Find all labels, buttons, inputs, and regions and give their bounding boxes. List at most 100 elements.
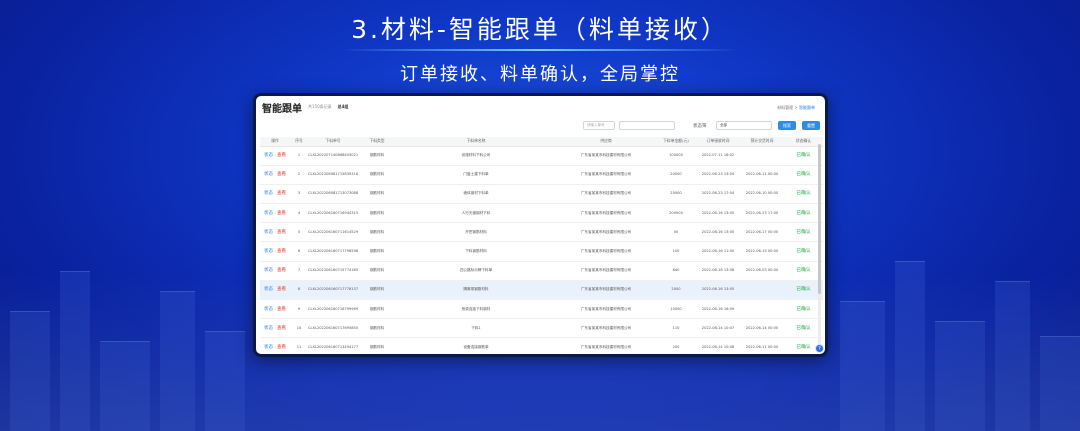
col-header: 操作 [260, 137, 290, 147]
track-link[interactable]: 状态 [264, 230, 273, 235]
cell-actions: 状态 查看 [260, 318, 290, 339]
cell-received-time: 2022-06-16 13:05 [696, 203, 740, 224]
breadcrumb-item[interactable]: 材料管理 [777, 105, 793, 110]
cell-order-name: 下料1 [396, 318, 556, 339]
table-row[interactable]: 状态查看11CLXL20220616071349417735051440钢筋材料… [260, 337, 823, 354]
table-row[interactable]: 状态查看2CLXL20220608171583931621196433钢筋材料门… [260, 165, 823, 185]
col-header: 下料单名称 [396, 137, 556, 147]
cell-type: 钢筋材料 [358, 241, 396, 262]
cell-received-time: 2022-06-14 10:08 [696, 337, 740, 354]
table-row[interactable]: 状态查看6CLXL20220616071779659892271172钢筋材料下… [260, 241, 823, 262]
track-link[interactable]: 状态 [264, 191, 273, 196]
filter-bar: 请输入单号 状态筛 全部 搜索 重置 [256, 120, 825, 132]
cell-actions: 状态 查看 [260, 280, 290, 301]
cell-amount: 200000 [656, 203, 696, 224]
cell-actions: 状态 查看 [260, 222, 290, 243]
cell-index: 1 [290, 146, 308, 166]
cell-order-name: 设备连接钢筋单 [396, 337, 556, 354]
cell-amount: 10000 [656, 299, 696, 320]
cell-type: 钢筋材料 [358, 299, 396, 320]
track-link[interactable]: 状态 [264, 211, 273, 216]
cell-type: 钢筋材料 [358, 184, 396, 205]
view-link[interactable]: 查看 [277, 268, 286, 273]
view-link[interactable]: 查看 [277, 191, 286, 196]
search-button[interactable]: 搜索 [778, 121, 796, 130]
cell-due-time [740, 146, 784, 166]
cell-due-time: 2022-06-03 00:00 [740, 261, 784, 281]
table-row[interactable]: 状态查看9CLXL20220616071879996977023025钢筋材料桥… [260, 299, 823, 320]
table-scrollbar[interactable] [818, 144, 821, 344]
status-badge: 已确认 [796, 153, 811, 159]
cell-actions: 状态 查看 [260, 337, 290, 354]
cell-due-time: 2022-06-11 00:00 [740, 165, 784, 185]
cell-type: 钢筋材料 [358, 261, 396, 281]
view-link[interactable]: 查看 [277, 345, 286, 350]
track-link[interactable]: 状态 [264, 268, 273, 273]
track-link[interactable]: 状态 [264, 326, 273, 331]
status-badge: 已确认 [796, 172, 811, 178]
view-link[interactable]: 查看 [277, 307, 286, 312]
cell-supplier: 广东省某某市科技建材有限公司 [556, 222, 656, 243]
status-badge: 已确认 [796, 229, 811, 235]
col-header: 订单接收时间 [696, 137, 740, 147]
cell-supplier: 广东省某某市科技建材有限公司 [556, 261, 656, 281]
track-link[interactable]: 状态 [264, 172, 273, 177]
cell-type: 钢筋材料 [358, 146, 396, 166]
cell-type: 钢筋材料 [358, 203, 396, 224]
table-row[interactable]: 状态查看10CLXL20220616071769585001003106钢筋材料… [260, 318, 823, 339]
date-filter-input[interactable] [619, 121, 675, 130]
cell-order-code: CLXL20220616071779659892271172 [308, 241, 358, 262]
cell-amount: 25000 [656, 184, 696, 205]
record-count: 共150条记录 [308, 104, 332, 109]
cell-received-time: 2022-06-16 16:09 [696, 299, 740, 320]
track-link[interactable]: 状态 [264, 153, 273, 158]
status-badge: 已确认 [796, 249, 811, 255]
status-select[interactable]: 全部 [716, 121, 772, 130]
view-link[interactable]: 查看 [277, 211, 286, 216]
cell-received-time: 2022-06-16 11:00 [696, 241, 740, 262]
view-link[interactable]: 查看 [277, 326, 286, 331]
table-row[interactable]: 状态查看7CLXL20220616071577416552405025钢筋材料四… [260, 261, 823, 281]
headline-divider [340, 49, 740, 51]
track-link[interactable]: 状态 [264, 287, 273, 292]
view-link[interactable]: 查看 [277, 172, 286, 177]
table-row[interactable]: 状态查看5CLXL20220616071161452922270396钢筋材料开… [260, 222, 823, 243]
help-icon[interactable]: ? [815, 344, 824, 353]
scrollbar-thumb[interactable] [818, 144, 821, 294]
cell-order-name: 隔离带钢筋材料 [396, 280, 556, 301]
table-row[interactable]: 状态查看4CLXL20220616071694431597271576钢筋材料人… [260, 203, 823, 224]
track-link[interactable]: 状态 [264, 345, 273, 350]
cell-due-time: 2022-06-10 00:00 [740, 184, 784, 205]
table-row[interactable]: 状态查看8CLXL20220616071777813734576053钢筋材料隔… [260, 280, 823, 301]
reset-button[interactable]: 重置 [802, 121, 820, 130]
slide-headline: 3.材料-智能跟单（料单接收） [351, 15, 729, 44]
view-link[interactable]: 查看 [277, 153, 286, 158]
breadcrumb-item-current: 智能跟单 [799, 105, 815, 110]
cell-actions: 状态 查看 [260, 241, 290, 262]
cell-order-name: 四公路标示牌下料单 [396, 261, 556, 281]
cell-amount: 640 [656, 261, 696, 281]
view-link[interactable]: 查看 [277, 287, 286, 292]
col-header: 序号 [290, 137, 308, 147]
view-link[interactable]: 查看 [277, 249, 286, 254]
cell-actions: 状态 查看 [260, 165, 290, 185]
cell-type: 钢筋材料 [358, 318, 396, 339]
cell-index: 5 [290, 222, 308, 243]
table-row[interactable]: 状态查看1CLXL2022071408684030210005130钢筋材料设施… [260, 146, 823, 166]
table-row[interactable]: 状态查看3CLXL20220608171307308860171132钢筋材料墙… [260, 184, 823, 205]
cell-supplier: 广东省某某市科技建材有限公司 [556, 318, 656, 339]
order-search-input[interactable]: 请输入单号 [583, 121, 615, 130]
cell-due-time: 2022-06-17 00:00 [740, 222, 784, 243]
app-window: 智能跟单 共150条记录 总4组 材料管理 > 智能跟单 请输入单号 状态筛 全… [253, 93, 828, 357]
cell-index: 10 [290, 318, 308, 339]
status-badge: 已确认 [796, 325, 811, 331]
cell-due-time: 2022-06-14 00:00 [740, 318, 784, 339]
track-link[interactable]: 状态 [264, 307, 273, 312]
track-link[interactable]: 状态 [264, 249, 273, 254]
cell-received-time: 2022-06-23 13:04 [696, 165, 740, 185]
cell-order-code: CLXL20220616071349417735051440 [308, 337, 358, 354]
view-link[interactable]: 查看 [277, 230, 286, 235]
cell-supplier: 广东省某某市科技建材有限公司 [556, 337, 656, 354]
cell-actions: 状态 查看 [260, 299, 290, 320]
breadcrumb: 材料管理 > 智能跟单 [777, 105, 815, 110]
